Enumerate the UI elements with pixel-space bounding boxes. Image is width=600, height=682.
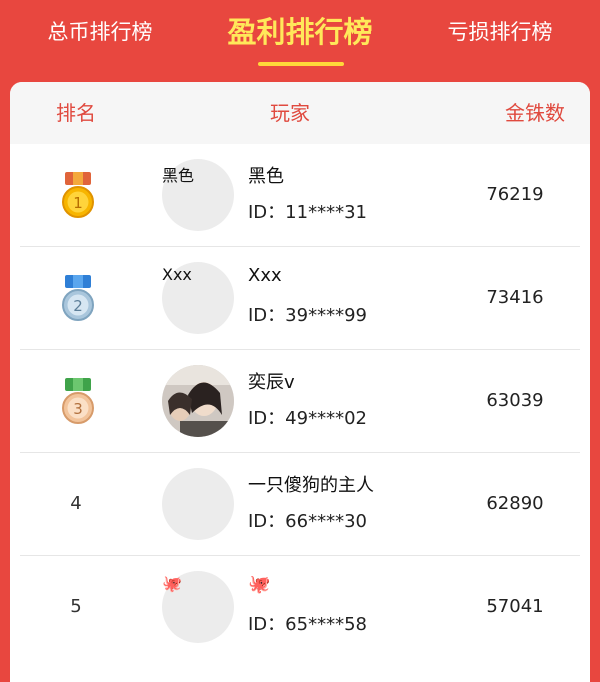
player-id: ID：11****31 — [248, 202, 367, 223]
coin-count: 73416 — [486, 287, 544, 308]
leaderboard-tabs: 总币排行榜 盈利排行榜 亏损排行榜 — [0, 0, 600, 80]
gold-medal-icon: 1 — [62, 172, 94, 218]
rank-cell: 5 — [26, 556, 126, 658]
header-rank: 排名 — [56, 101, 96, 125]
medal-number: 3 — [73, 400, 83, 418]
rank-number: 4 — [70, 493, 82, 514]
player-name: 奕辰v — [248, 372, 295, 393]
avatar-alt-text: Xxx — [162, 265, 192, 284]
player-name: 黑色 — [248, 166, 284, 187]
coin-count: 57041 — [486, 596, 544, 617]
tab-profit[interactable]: 盈利排行榜 — [210, 0, 390, 70]
medal-number: 2 — [73, 297, 83, 315]
player-id: ID：49****02 — [248, 408, 367, 429]
player-id: ID：66****30 — [248, 511, 367, 532]
player-name: 一只傻狗的主人 — [248, 475, 374, 496]
coin-count: 63039 — [486, 390, 544, 411]
avatar-photo-icon — [162, 365, 234, 437]
avatar[interactable] — [162, 365, 234, 437]
coin-count: 62890 — [486, 493, 544, 514]
player-id: ID：39****99 — [248, 305, 367, 326]
medal-number: 1 — [73, 194, 83, 212]
leaderboard-rows: 1 黑色 黑色 ID：11****31 76219 2 Xxx Xxx ID：3… — [10, 144, 590, 658]
table-row[interactable]: 5 🐙 🐙 ID：65****58 57041 — [20, 556, 580, 658]
table-row[interactable]: 1 黑色 黑色 ID：11****31 76219 — [20, 144, 580, 247]
tab-loss[interactable]: 亏损排行榜 — [420, 0, 580, 70]
coin-count: 76219 — [486, 184, 544, 205]
rank-cell: 2 — [26, 247, 126, 349]
header-coins: 金铢数 — [505, 101, 565, 125]
bronze-medal-icon: 3 — [62, 378, 94, 424]
player-id: ID：65****58 — [248, 614, 367, 635]
avatar-alt-text: 黑色 — [162, 166, 195, 185]
rank-cell: 4 — [26, 453, 126, 555]
rank-number: 5 — [70, 596, 82, 617]
rank-cell: 3 — [26, 350, 126, 452]
table-header: 排名 玩家 金铢数 — [10, 82, 590, 144]
table-row[interactable]: 4 一只傻狗的主人 ID：66****30 62890 — [20, 453, 580, 556]
avatar[interactable] — [162, 468, 234, 540]
active-tab-indicator — [258, 62, 344, 66]
leaderboard-card: 排名 玩家 金铢数 1 黑色 黑色 ID：11****31 76219 2 Xx… — [10, 82, 590, 682]
table-row[interactable]: 2 Xxx Xxx ID：39****99 73416 — [20, 247, 580, 350]
rank-cell: 1 — [26, 144, 126, 246]
silver-medal-icon: 2 — [62, 275, 94, 321]
header-player: 玩家 — [270, 101, 310, 125]
tab-total-coins[interactable]: 总币排行榜 — [20, 0, 180, 70]
avatar-alt-text: 🐙 — [162, 574, 182, 593]
table-row[interactable]: 3 奕辰v ID：49****02 63039 — [20, 350, 580, 453]
player-name: 🐙 — [248, 574, 271, 595]
player-name: Xxx — [248, 265, 282, 286]
